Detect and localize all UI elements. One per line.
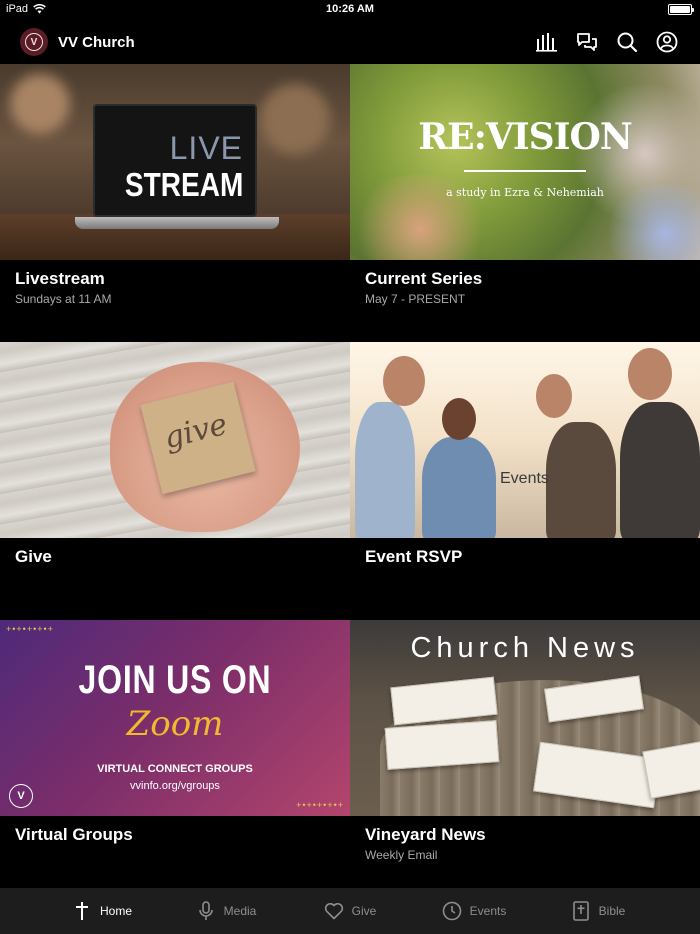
join-heading: JOIN US ON (78, 658, 272, 702)
groups-line: VIRTUAL CONNECT GROUPS (97, 763, 253, 775)
zoom-script: Zoom (126, 704, 224, 744)
vineyard-logo-icon: V (9, 784, 33, 808)
livestream-image: LIVE STREAM (0, 64, 350, 260)
tile-title: Current Series (365, 269, 483, 288)
heart-icon (324, 901, 344, 921)
search-icon[interactable] (616, 31, 638, 53)
tile-livestream[interactable]: LIVE STREAM Livestream Sundays at 11 AM (0, 64, 350, 342)
bible-icon (571, 901, 591, 921)
laptop-base (75, 217, 279, 229)
cross-icon (72, 901, 92, 921)
profile-icon[interactable] (656, 31, 678, 53)
header-actions (536, 31, 678, 53)
tab-label: Give (351, 904, 377, 918)
tile-current-series[interactable]: RE:VISION a study in Ezra & Nehemiah Cur… (350, 64, 700, 342)
status-time: 10:26 AM (326, 3, 374, 15)
church-news-heading: Church News (410, 632, 640, 664)
tab-home[interactable]: Home (40, 888, 164, 934)
tab-media[interactable]: Media (164, 888, 288, 934)
equalizer-icon[interactable] (536, 31, 558, 53)
stream-text: STREAM (124, 166, 243, 203)
tile-caption: Vineyard News Weekly Email (365, 825, 486, 862)
tab-bar: Home Media Give Events Bible (0, 888, 700, 934)
tab-bible[interactable]: Bible (536, 888, 660, 934)
tab-label: Home (99, 904, 132, 918)
tile-give[interactable]: give Give (0, 342, 350, 620)
app-header: V VV Church (0, 22, 700, 62)
live-text: LIVE (169, 130, 243, 166)
tile-title: Event RSVP (365, 547, 463, 566)
brand[interactable]: V VV Church (20, 28, 135, 56)
tile-subtitle: Weekly Email (365, 848, 438, 862)
tile-caption: Current Series May 7 - PRESENT (365, 269, 482, 306)
tile-subtitle: May 7 - PRESENT (365, 292, 466, 306)
divider (464, 170, 586, 172)
tile-title: Livestream (15, 269, 105, 288)
series-image: RE:VISION a study in Ezra & Nehemiah (350, 64, 700, 260)
news-image: Church News (350, 620, 700, 816)
events-image: Events (350, 342, 700, 538)
tile-event-rsvp[interactable]: Events Event RSVP (350, 342, 700, 620)
clock-icon (442, 901, 462, 921)
chat-icon[interactable] (576, 31, 598, 53)
tab-label: Bible (598, 904, 626, 918)
tile-virtual-groups[interactable]: +•+•+•+•+ +•+•+•+•+ JOIN US ON Zoom VIRT… (0, 620, 350, 888)
groups-url: vvinfo.org/vgroups (130, 780, 220, 792)
series-tagline: a study in Ezra & Nehemiah (446, 186, 604, 199)
tab-label: Media (223, 904, 257, 918)
tab-give[interactable]: Give (288, 888, 412, 934)
tile-subtitle: Sundays at 11 AM (15, 292, 112, 306)
tab-events[interactable]: Events (412, 888, 536, 934)
tile-caption: Virtual Groups (15, 825, 133, 845)
events-image-label: Events (500, 470, 549, 487)
tile-title: Vineyard News (365, 825, 486, 844)
logo-letter: V (25, 33, 43, 51)
church-logo: V (20, 28, 48, 56)
tile-vineyard-news[interactable]: Church News Vineyard News Weekly Email (350, 620, 700, 888)
app-title: VV Church (58, 33, 135, 51)
battery-icon (668, 4, 694, 15)
microphone-icon (196, 901, 216, 921)
tile-title: Virtual Groups (15, 825, 133, 844)
tile-caption: Event RSVP (365, 547, 462, 567)
home-grid: LIVE STREAM Livestream Sundays at 11 AM … (0, 64, 700, 888)
tab-label: Events (469, 904, 507, 918)
tile-title: Give (15, 547, 52, 566)
give-image: give (0, 342, 350, 538)
tile-caption: Give (15, 547, 52, 567)
zoom-image: +•+•+•+•+ +•+•+•+•+ JOIN US ON Zoom VIRT… (0, 620, 350, 816)
series-title-art: RE:VISION (418, 116, 633, 158)
laptop-screen: LIVE STREAM (93, 104, 257, 217)
tile-caption: Livestream Sundays at 11 AM (15, 269, 112, 306)
status-bar: iPad 10:26 AM (0, 0, 700, 20)
